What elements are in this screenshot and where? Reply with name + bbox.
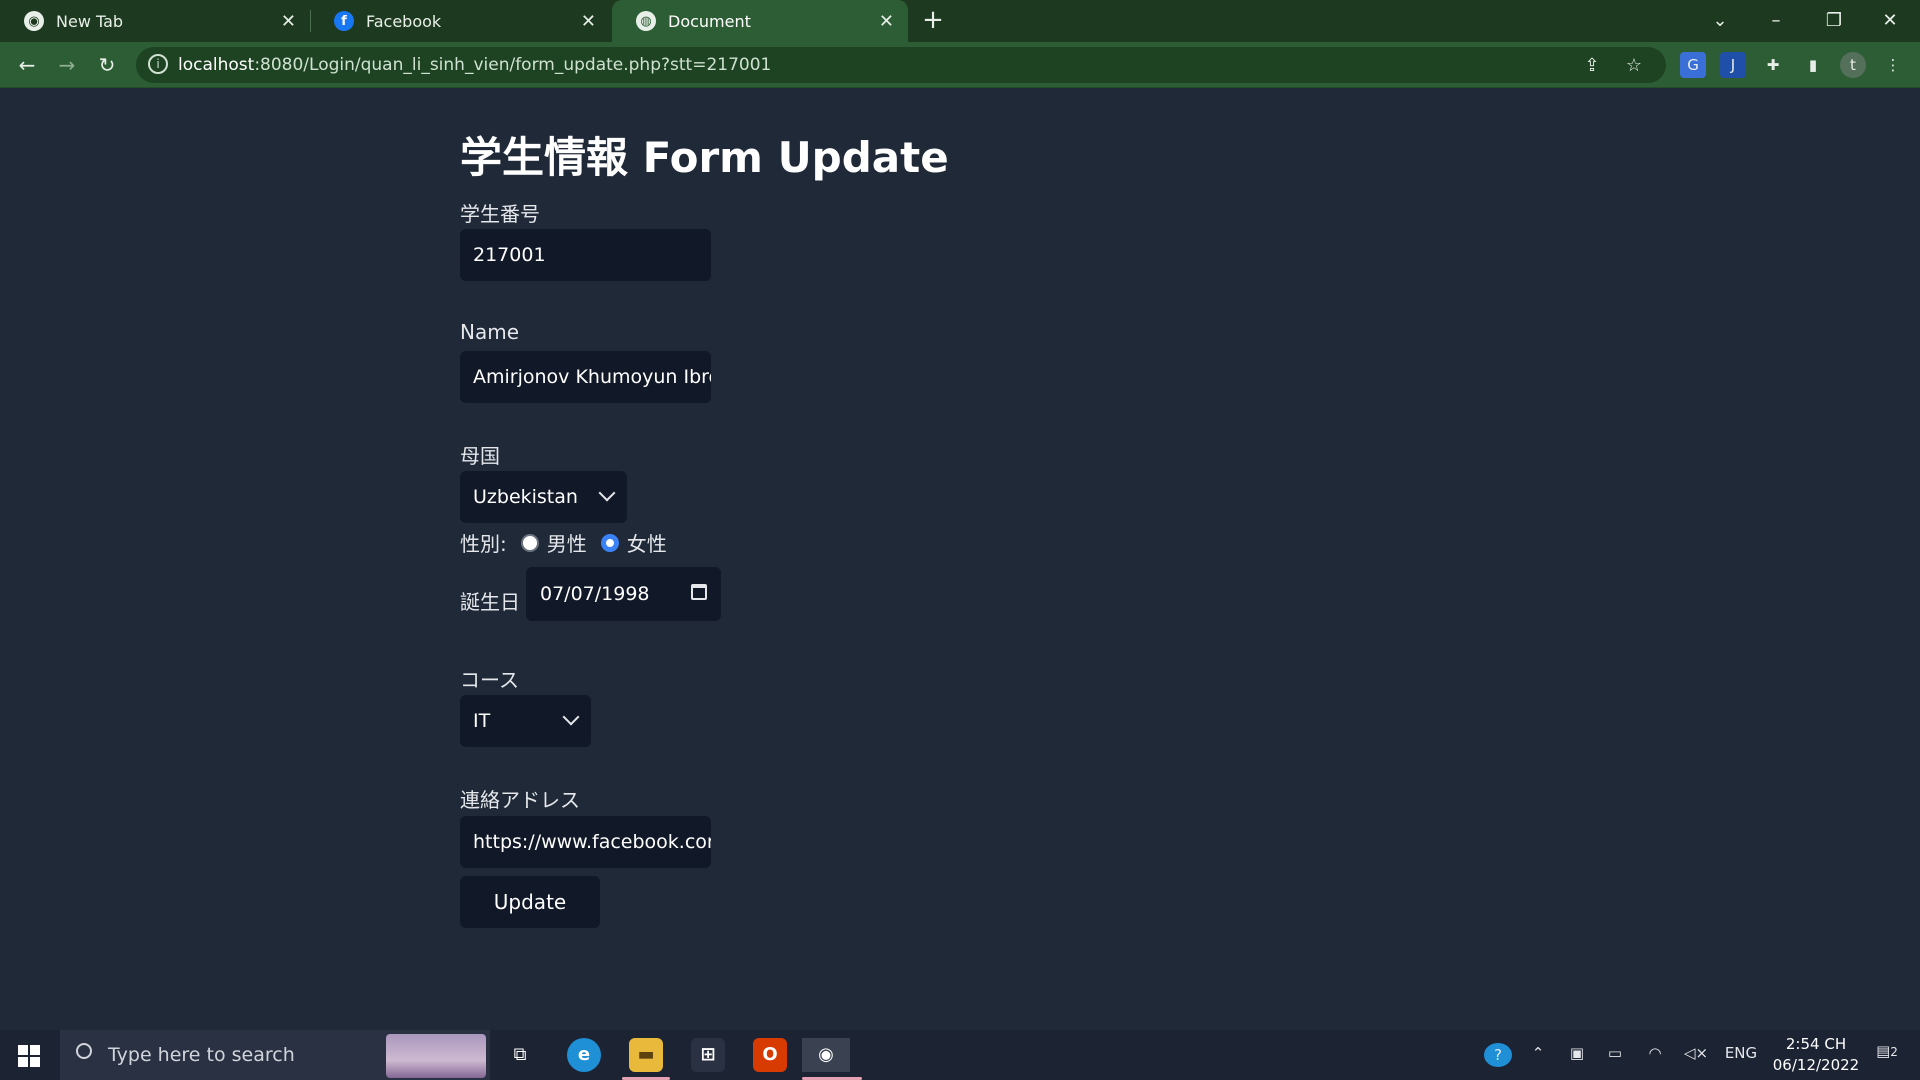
- input-language[interactable]: ENG: [1722, 1044, 1760, 1062]
- contact-url-field[interactable]: https://www.facebook.cor: [460, 816, 711, 868]
- tab-label: New Tab: [56, 11, 124, 31]
- bookmark-star-icon[interactable]: ☆: [1622, 54, 1646, 78]
- birthday-label: 誕生日: [460, 590, 520, 614]
- edge-icon[interactable]: e: [567, 1038, 601, 1072]
- country-select-value: Uzbekistan: [473, 486, 578, 508]
- task-view-icon[interactable]: ⧉: [503, 1038, 537, 1072]
- tab-label: Document: [668, 11, 751, 31]
- tab-new-tab[interactable]: ◉ New Tab ✕: [0, 0, 310, 42]
- chat-bubble-icon: ▤: [1876, 1042, 1891, 1060]
- course-label: コース: [460, 668, 519, 692]
- gender-male-label: 男性: [546, 532, 587, 556]
- birthday-value: 07/07/1998: [540, 583, 650, 605]
- name-label: Name: [460, 320, 520, 344]
- gender-group: 性別: 男性 女性: [460, 528, 667, 557]
- share-icon[interactable]: ⇪: [1580, 54, 1604, 78]
- country-label: 母国: [460, 444, 500, 468]
- new-tab-button[interactable]: +: [918, 6, 948, 36]
- browser-tab-bar: ◉ New Tab ✕ f Facebook ✕ ◍ Document ✕ + …: [0, 0, 1920, 42]
- reload-icon[interactable]: ↻: [92, 50, 122, 80]
- calendar-icon[interactable]: [691, 584, 707, 600]
- close-window-button[interactable]: ✕: [1866, 4, 1914, 38]
- gender-label: 性別:: [460, 532, 507, 556]
- taskbar-search-box[interactable]: Type here to search: [60, 1030, 490, 1080]
- student-id-label: 学生番号: [460, 202, 540, 226]
- contact-label: 連絡アドレス: [460, 788, 580, 812]
- notification-count: 2: [1890, 1045, 1898, 1059]
- help-icon[interactable]: ?: [1484, 1043, 1512, 1067]
- course-select-value: IT: [473, 710, 491, 732]
- restore-button[interactable]: ❐: [1810, 4, 1858, 38]
- site-info-icon[interactable]: i: [148, 54, 168, 74]
- address-path: :8080/Login/quan_li_sinh_vien/form_updat…: [254, 55, 772, 75]
- facebook-icon: f: [334, 11, 354, 31]
- windows-taskbar: Type here to search ⧉ e ▬ ⊞ O ◉ ? ⌃ ▣ ▭ …: [0, 1030, 1920, 1080]
- translate-extension-icon[interactable]: G: [1680, 52, 1706, 78]
- gender-female-radio[interactable]: [600, 533, 619, 552]
- windows-start-icon[interactable]: [18, 1045, 40, 1067]
- country-select[interactable]: Uzbekistan: [460, 471, 627, 523]
- forward-icon[interactable]: →: [52, 50, 82, 80]
- wifi-icon[interactable]: ◠: [1644, 1044, 1666, 1062]
- tab-label: Facebook: [366, 11, 442, 31]
- address-host: localhost: [178, 55, 255, 75]
- meet-now-icon[interactable]: ▣: [1566, 1044, 1588, 1062]
- browser-toolbar: ← → ↻ i localhost:8080/Login/quan_li_sin…: [0, 42, 1920, 88]
- close-icon[interactable]: ✕: [281, 11, 296, 32]
- clock-date: 06/12/2022: [1772, 1056, 1860, 1074]
- file-explorer-icon[interactable]: ▬: [629, 1038, 663, 1072]
- update-button[interactable]: Update: [460, 876, 600, 928]
- taskbar-search-placeholder: Type here to search: [108, 1044, 295, 1066]
- page-title: 学生情報 Form Update: [460, 133, 949, 182]
- office-icon[interactable]: O: [753, 1038, 787, 1072]
- gender-female-label: 女性: [626, 532, 667, 556]
- chrome-taskbar-icon[interactable]: ◉: [802, 1038, 850, 1072]
- address-bar[interactable]: i localhost:8080/Login/quan_li_sinh_vien…: [136, 47, 1666, 83]
- minimize-button[interactable]: –: [1752, 4, 1800, 38]
- chevron-down-icon: [598, 484, 616, 502]
- close-icon[interactable]: ✕: [879, 11, 894, 32]
- close-icon[interactable]: ✕: [581, 11, 596, 32]
- birthday-date-field[interactable]: 07/07/1998: [526, 567, 721, 621]
- microsoft-store-icon[interactable]: ⊞: [691, 1038, 725, 1072]
- clock[interactable]: 2:54 CH 06/12/2022: [1766, 1034, 1866, 1076]
- search-highlight-image: [386, 1034, 486, 1078]
- side-panel-icon[interactable]: ▮: [1800, 52, 1826, 78]
- j-extension-icon[interactable]: J: [1720, 52, 1746, 78]
- name-field[interactable]: Amirjonov Khumoyun Ibro: [460, 351, 711, 403]
- extensions-puzzle-icon[interactable]: ✚: [1760, 52, 1786, 78]
- menu-kebab-icon[interactable]: ⋮: [1880, 52, 1906, 78]
- tab-facebook[interactable]: f Facebook ✕: [310, 0, 610, 42]
- chevron-down-icon: [562, 708, 580, 726]
- clock-time: 2:54 CH: [1785, 1035, 1847, 1053]
- chrome-icon: ◉: [24, 11, 44, 31]
- tab-document[interactable]: ◍ Document ✕: [612, 0, 908, 42]
- globe-icon: ◍: [636, 11, 656, 31]
- back-icon[interactable]: ←: [12, 50, 42, 80]
- search-icon: [76, 1043, 92, 1059]
- gender-male-radio[interactable]: [520, 533, 539, 552]
- profile-avatar[interactable]: t: [1840, 52, 1866, 78]
- battery-icon[interactable]: ▭: [1604, 1044, 1626, 1062]
- course-select[interactable]: IT: [460, 695, 591, 747]
- notification-center-icon[interactable]: ▤2: [1870, 1042, 1904, 1060]
- tab-search-chevron-icon[interactable]: ⌄: [1696, 4, 1744, 38]
- student-id-field[interactable]: 217001: [460, 229, 711, 281]
- show-hidden-icons-chevron[interactable]: ⌃: [1528, 1044, 1548, 1062]
- volume-muted-icon[interactable]: ◁×: [1684, 1044, 1708, 1062]
